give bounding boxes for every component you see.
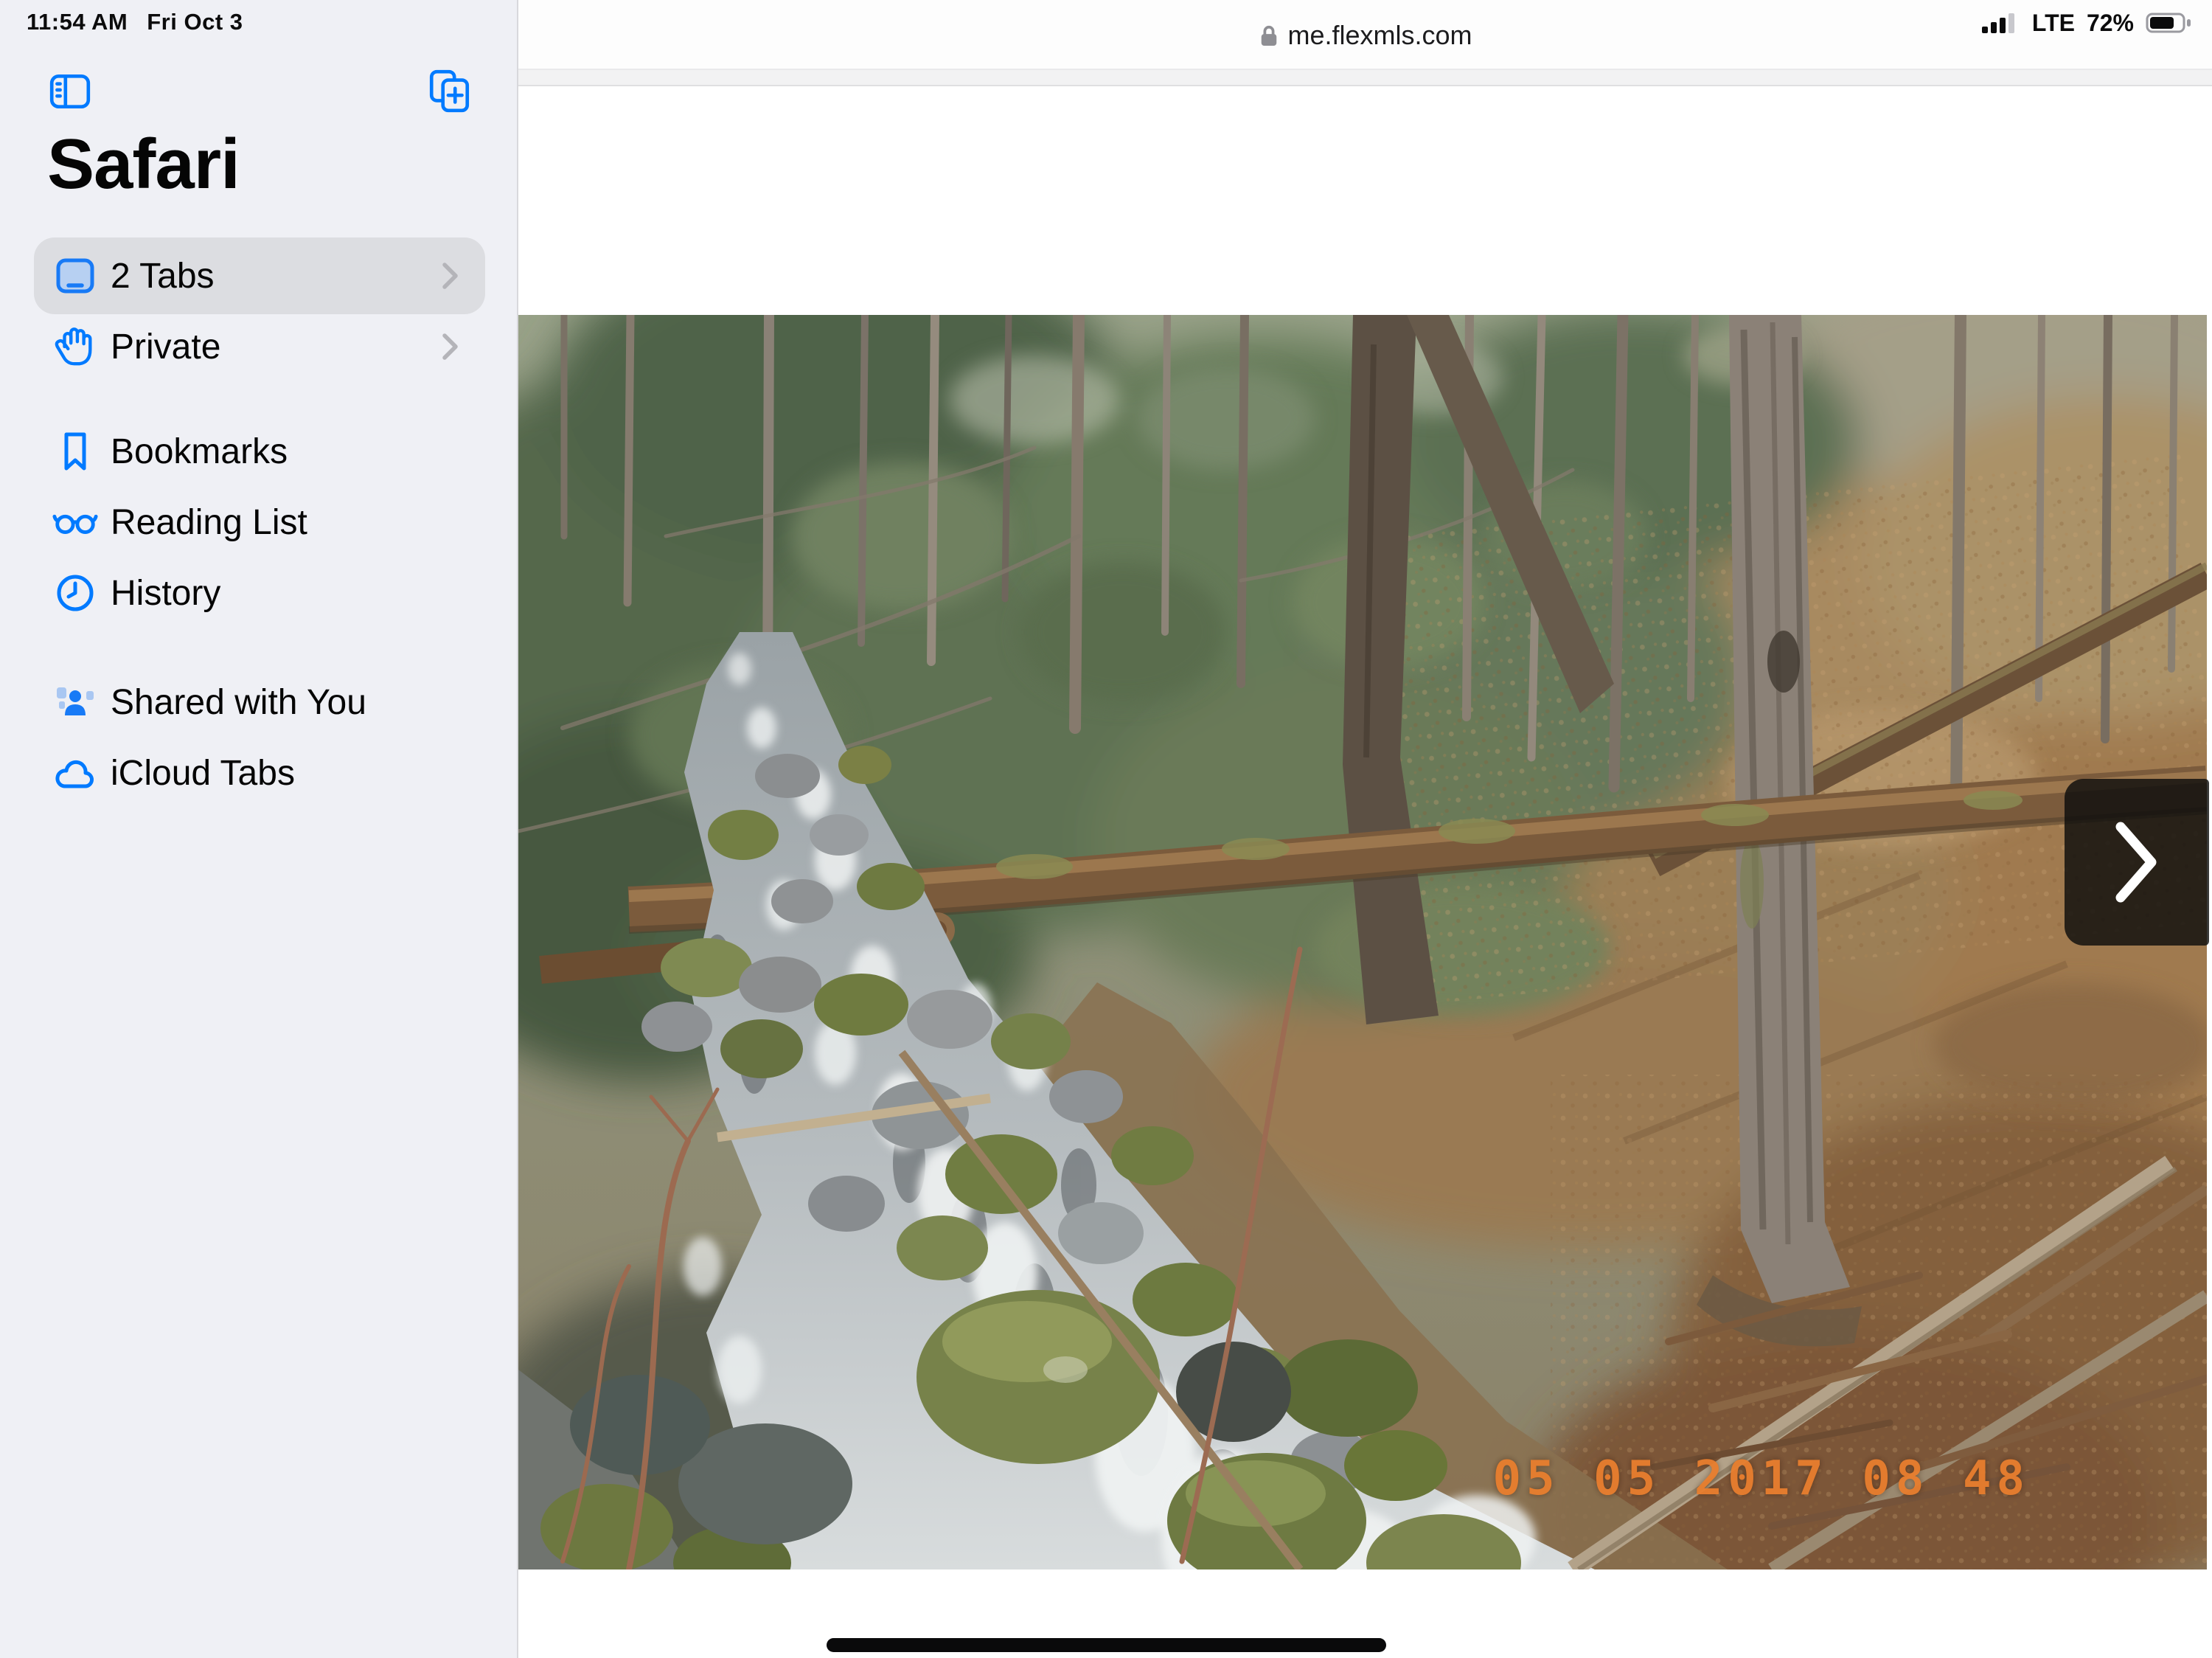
next-photo-button[interactable] bbox=[2065, 779, 2209, 946]
next-chevron-icon bbox=[2113, 819, 2160, 905]
photo-timestamp: 05 05 2017 08 48 bbox=[1493, 1451, 2031, 1506]
sidebar-item-shared-with-you[interactable]: Shared with You bbox=[34, 667, 485, 738]
status-date: Fri Oct 3 bbox=[147, 9, 243, 35]
glasses-icon bbox=[52, 499, 99, 546]
browser-top-bar: me.flexmls.com LTE 72% bbox=[518, 0, 2212, 70]
sidebar-item-bookmarks[interactable]: Bookmarks bbox=[34, 416, 485, 487]
battery-percent: 72% bbox=[2087, 10, 2134, 37]
sidebar-item-label: Shared with You bbox=[111, 682, 366, 723]
sidebar-item-label: History bbox=[111, 573, 220, 614]
safari-sidebar: 11:54 AM Fri Oct 3 Safari 2 Tabs bbox=[0, 0, 518, 1658]
sidebar-item-tabs[interactable]: 2 Tabs bbox=[34, 237, 485, 314]
new-tab-button[interactable] bbox=[428, 68, 473, 115]
cellular-signal-icon bbox=[1982, 11, 2020, 35]
sidebar-item-label: Private bbox=[111, 327, 220, 367]
sidebar-item-reading-list[interactable]: Reading List bbox=[34, 487, 485, 558]
sidebar-item-history[interactable]: History bbox=[34, 558, 485, 628]
tab-icon bbox=[52, 252, 99, 299]
chevron-right-icon bbox=[441, 261, 460, 291]
status-time: 11:54 AM bbox=[27, 9, 128, 35]
carrier-label: LTE bbox=[2032, 10, 2075, 37]
toggle-sidebar-button[interactable] bbox=[47, 68, 93, 115]
home-indicator[interactable] bbox=[827, 1638, 1386, 1652]
status-bar-right: LTE 72% bbox=[1982, 0, 2193, 46]
sidebar-item-label: iCloud Tabs bbox=[111, 753, 295, 794]
new-tab-plus-icon bbox=[428, 68, 472, 115]
hand-icon bbox=[52, 323, 99, 370]
url-text: me.flexmls.com bbox=[1287, 20, 1472, 51]
status-bar-left: 11:54 AM Fri Oct 3 bbox=[27, 9, 243, 35]
listing-photo[interactable]: 05 05 2017 08 48 bbox=[518, 315, 2207, 1569]
browser-content-area: me.flexmls.com LTE 72% bbox=[518, 0, 2212, 1658]
battery-icon bbox=[2146, 11, 2193, 35]
sidebar-item-label: Bookmarks bbox=[111, 431, 288, 472]
sidebar-item-label: 2 Tabs bbox=[111, 256, 215, 296]
people-icon bbox=[52, 679, 99, 726]
sidebar-item-private[interactable]: Private bbox=[34, 311, 485, 382]
lock-icon bbox=[1258, 22, 1279, 49]
sidebar-item-label: Reading List bbox=[111, 502, 307, 543]
sidebar-item-icloud-tabs[interactable]: iCloud Tabs bbox=[34, 738, 485, 808]
address-bar[interactable]: me.flexmls.com bbox=[1258, 0, 1472, 70]
chevron-right-icon bbox=[441, 332, 460, 361]
bookmark-icon bbox=[52, 428, 99, 475]
forest-stream-image bbox=[518, 315, 2207, 1569]
sidebar-toggle-icon bbox=[47, 70, 93, 113]
sidebar-title: Safari bbox=[47, 124, 240, 205]
clock-icon bbox=[52, 569, 99, 617]
cloud-icon bbox=[52, 749, 99, 797]
page-header-strip bbox=[518, 70, 2212, 86]
